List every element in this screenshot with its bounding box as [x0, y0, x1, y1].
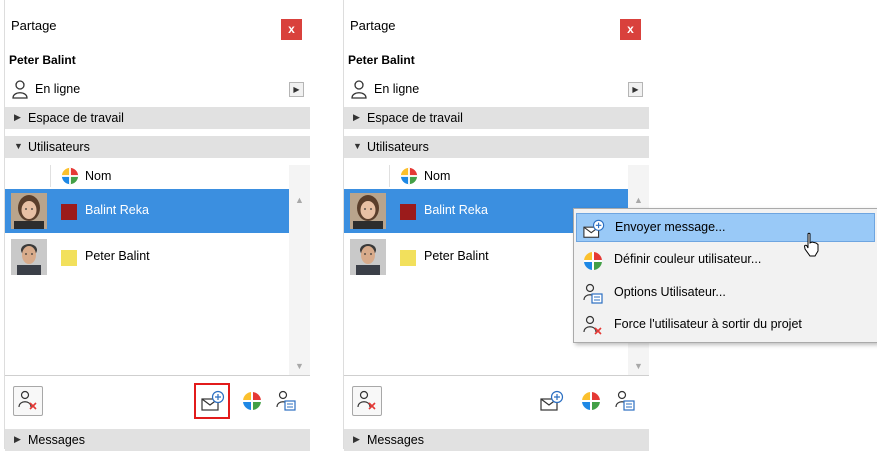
user-options-button[interactable] — [271, 386, 301, 416]
user-name: Peter Balint — [85, 249, 150, 263]
menu-item-label: Options Utilisateur... — [614, 285, 726, 299]
user-color-swatch — [61, 204, 77, 220]
user-name: Peter Balint — [424, 249, 489, 263]
share-panel-left: Partage x Peter Balint En ligne ▶ ▶ Espa… — [4, 0, 310, 451]
status-row: En ligne ▶ — [344, 77, 649, 101]
collapsed-arrow-icon: ▶ — [14, 434, 21, 444]
menu-item-send-message[interactable]: Envoyer message... — [576, 213, 875, 242]
panel-title: Partage — [350, 18, 396, 33]
section-label: Messages — [367, 433, 424, 447]
current-user-name: Peter Balint — [348, 53, 415, 67]
user-row-peter-balint[interactable]: Peter Balint — [5, 235, 289, 279]
collapsed-arrow-icon: ▶ — [353, 112, 360, 122]
user-color-swatch — [61, 250, 77, 266]
menu-item-kick-user[interactable]: Force l'utilisateur à sortir du projet — [576, 311, 875, 340]
color-wheel-icon — [400, 167, 418, 185]
column-divider — [389, 165, 390, 187]
column-header[interactable]: Nom — [5, 165, 289, 187]
kick-user-button[interactable] — [352, 386, 382, 416]
user-name: Balint Reka — [424, 203, 488, 217]
section-users[interactable]: ▼ Utilisateurs — [344, 136, 649, 158]
send-message-icon — [540, 390, 564, 412]
panel-toolbar — [344, 376, 649, 427]
status-label: En ligne — [374, 82, 420, 96]
list-scrollbar[interactable]: ▲ ▼ — [289, 165, 310, 375]
avatar — [11, 193, 47, 229]
collapsed-arrow-icon: ▶ — [14, 112, 21, 122]
kick-user-icon — [17, 390, 39, 412]
scroll-down-icon[interactable]: ▼ — [295, 361, 304, 371]
set-color-button[interactable] — [576, 386, 606, 416]
section-label: Utilisateurs — [28, 140, 90, 154]
user-row-balint-reka[interactable]: Balint Reka — [5, 189, 289, 233]
scroll-up-icon[interactable]: ▲ — [634, 195, 643, 205]
close-button[interactable]: x — [620, 19, 641, 40]
section-label: Utilisateurs — [367, 140, 429, 154]
menu-item-label: Définir couleur utilisateur... — [614, 252, 762, 266]
status-label: En ligne — [35, 82, 81, 96]
user-context-menu: Envoyer message... Définir couleur utili… — [573, 208, 877, 343]
menu-item-label: Force l'utilisateur à sortir du projet — [614, 317, 802, 331]
person-icon — [10, 79, 30, 99]
scroll-down-icon[interactable]: ▼ — [634, 361, 643, 371]
user-options-button[interactable] — [610, 386, 640, 416]
section-messages[interactable]: ▶ Messages — [344, 429, 649, 451]
section-label: Messages — [28, 433, 85, 447]
close-button[interactable]: x — [281, 19, 302, 40]
column-name-label: Nom — [424, 169, 451, 183]
send-message-button[interactable] — [536, 386, 566, 416]
section-workspace[interactable]: ▶ Espace de travail — [5, 107, 310, 129]
column-divider — [50, 165, 51, 187]
panel-toolbar — [5, 376, 310, 427]
send-message-icon — [201, 390, 225, 412]
status-menu-arrow-button[interactable]: ▶ — [628, 82, 643, 97]
panel-titlebar: Partage x — [5, 9, 310, 43]
collapsed-arrow-icon: ▶ — [353, 434, 360, 444]
column-header[interactable]: Nom — [344, 165, 628, 187]
section-workspace[interactable]: ▶ Espace de travail — [344, 107, 649, 129]
user-name: Balint Reka — [85, 203, 149, 217]
expanded-arrow-icon: ▼ — [14, 141, 23, 151]
send-message-button[interactable] — [194, 383, 230, 419]
color-wheel-icon — [61, 167, 79, 185]
menu-item-label: Envoyer message... — [615, 220, 726, 234]
avatar — [350, 239, 386, 275]
section-users[interactable]: ▼ Utilisateurs — [5, 136, 310, 158]
status-row: En ligne ▶ — [5, 77, 310, 101]
send-message-icon — [583, 218, 605, 240]
user-options-icon — [582, 283, 604, 305]
user-options-icon — [275, 390, 297, 412]
kick-user-button[interactable] — [13, 386, 43, 416]
column-name-label: Nom — [85, 169, 112, 183]
person-icon — [349, 79, 369, 99]
color-wheel-icon — [242, 391, 262, 411]
color-wheel-icon — [583, 251, 603, 271]
user-list: Nom Balint Reka Peter Balint ▲ ▼ — [5, 165, 310, 376]
avatar — [11, 239, 47, 275]
user-color-swatch — [400, 250, 416, 266]
panel-titlebar: Partage x — [344, 9, 649, 43]
current-user-name: Peter Balint — [9, 53, 76, 67]
section-label: Espace de travail — [367, 111, 463, 125]
section-label: Espace de travail — [28, 111, 124, 125]
kick-user-icon — [582, 315, 604, 337]
menu-item-set-color[interactable]: Définir couleur utilisateur... — [576, 246, 875, 275]
avatar — [350, 193, 386, 229]
mouse-pointer-icon — [803, 232, 819, 257]
status-menu-arrow-button[interactable]: ▶ — [289, 82, 304, 97]
color-wheel-icon — [581, 391, 601, 411]
user-options-icon — [614, 390, 636, 412]
kick-user-icon — [356, 390, 378, 412]
section-messages[interactable]: ▶ Messages — [5, 429, 310, 451]
set-color-button[interactable] — [237, 386, 267, 416]
scroll-up-icon[interactable]: ▲ — [295, 195, 304, 205]
menu-item-user-options[interactable]: Options Utilisateur... — [576, 279, 875, 308]
panel-title: Partage — [11, 18, 57, 33]
expanded-arrow-icon: ▼ — [353, 141, 362, 151]
user-color-swatch — [400, 204, 416, 220]
